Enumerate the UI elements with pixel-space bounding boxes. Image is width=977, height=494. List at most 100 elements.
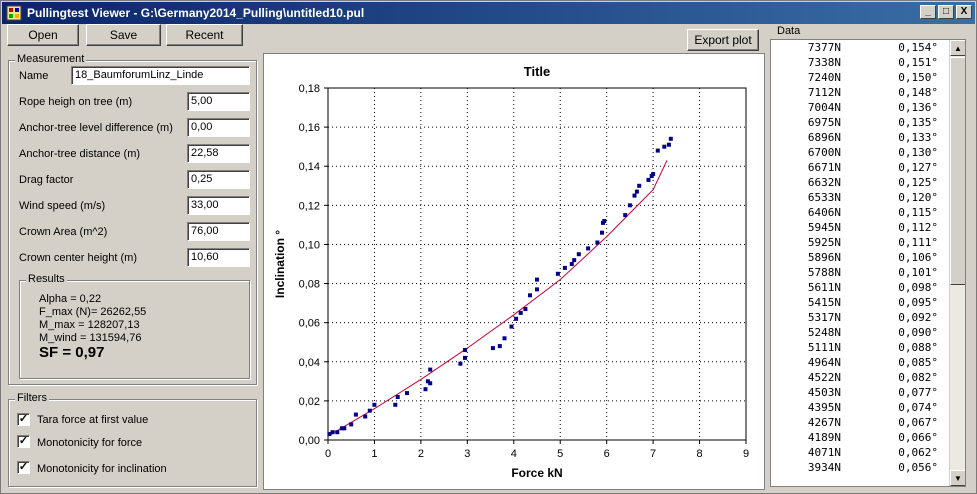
data-point [367,408,372,413]
monotonicity-inclination-checkbox[interactable]: ✓ [17,461,30,474]
scroll-up-icon[interactable]: ▲ [950,40,965,56]
level-difference-field[interactable]: 0,00 [187,118,250,137]
data-row-force: 4395N [807,401,841,414]
data-row[interactable]: 5317N 0,092° [771,310,965,325]
data-row[interactable]: 4189N 0,066° [771,430,965,445]
data-row[interactable]: 6700N 0,130° [771,145,965,160]
data-row[interactable]: 4395N 0,074° [771,400,965,415]
data-row[interactable]: 4071N 0,062° [771,445,965,460]
filters-group-label: Filters [15,392,49,404]
data-row-inclination: 0,095° [898,296,938,309]
data-group-label: Data [777,25,801,37]
data-row[interactable]: 5925N 0,111° [771,235,965,250]
data-list[interactable]: 7377N 0,154° 7338N 0,151° 7240N 0,150° 7112N 0,… [770,39,966,487]
data-row-inclination: 0,101° [898,266,938,279]
tara-force-checkbox[interactable]: ✓ [17,413,30,426]
data-row[interactable]: 6975N 0,135° [771,115,965,130]
data-row[interactable]: 5111N 0,088° [771,340,965,355]
recent-button[interactable]: Recent [166,24,243,46]
data-row[interactable]: 6632N 0,125° [771,175,965,190]
plot-frame [327,87,747,441]
crown-area-field[interactable]: 76,00 [187,222,250,241]
data-row[interactable]: 7377N 0,154° [771,40,965,55]
close-button[interactable]: X [956,5,972,19]
minimize-button[interactable]: _ [920,5,936,19]
data-row-inclination: 0,115° [898,206,938,219]
drag-factor-label: Drag factor [19,174,74,186]
data-row-inclination: 0,077° [898,386,938,399]
crown-center-height-field[interactable]: 10,60 [187,248,250,267]
x-tick-label: 8 [696,448,702,460]
data-row[interactable]: 6406N 0,115° [771,205,965,220]
data-point [651,172,656,176]
data-point [662,144,667,149]
data-row[interactable]: 5248N 0,090° [771,325,965,340]
data-scrollbar[interactable]: ▲ ▼ [949,40,965,486]
data-point [423,387,428,392]
data-rows: 7377N 0,154° 7338N 0,151° 7240N 0,150° 7112N 0,… [771,40,965,475]
data-row[interactable]: 3934N 0,056° [771,460,965,475]
data-row[interactable]: 4522N 0,082° [771,370,965,385]
name-field[interactable]: 18_BaumforumLinz_Linde [71,66,250,85]
data-row-inclination: 0,090° [898,326,938,339]
data-point [490,346,495,351]
app-icon [6,5,22,21]
data-row-inclination: 0,154° [898,41,938,54]
data-row-inclination: 0,066° [898,431,938,444]
data-row-inclination: 0,130° [898,146,938,159]
data-row[interactable]: 7004N 0,136° [771,100,965,115]
data-row[interactable]: 6533N 0,120° [771,190,965,205]
data-point [535,277,539,282]
scroll-thumb[interactable] [950,57,965,285]
data-row[interactable]: 5788N 0,101° [771,265,965,280]
data-row[interactable]: 4267N 0,067° [771,415,965,430]
y-tick-label: 0,14 [299,161,320,173]
data-row[interactable]: 6896N 0,133° [771,130,965,145]
drag-factor-field[interactable]: 0,25 [187,170,250,189]
data-row[interactable]: 4503N 0,077° [771,385,965,400]
x-axis-label: Force kN [511,466,562,480]
open-button[interactable]: Open [7,24,79,46]
data-row[interactable]: 5415N 0,095° [771,295,965,310]
data-point [335,430,340,435]
data-point [655,148,660,153]
data-point [395,395,400,399]
monotonicity-force-checkbox[interactable]: ✓ [17,435,30,448]
x-tick-label: 2 [418,448,424,460]
data-point [634,189,639,194]
data-point [576,252,581,257]
data-point [528,293,532,298]
data-row-force: 4267N [807,416,841,429]
data-point [602,219,607,223]
data-row[interactable]: 5945N 0,112° [771,220,965,235]
data-row-force: 6533N [807,191,841,204]
data-row-force: 6700N [807,146,841,159]
data-row-force: 6632N [807,176,841,189]
data-point [555,271,560,276]
data-row[interactable]: 6671N 0,127° [771,160,965,175]
anchor-distance-label: Anchor-tree distance (m) [19,148,141,160]
data-row[interactable]: 4964N 0,085° [771,355,965,370]
rope-height-field[interactable]: 5,00 [187,92,250,111]
data-row-inclination: 0,092° [898,311,938,324]
scroll-down-icon[interactable]: ▼ [950,470,965,486]
safety-factor: SF = 0,97 [39,344,105,361]
data-point [518,310,523,315]
save-button[interactable]: Save [86,24,161,46]
data-row[interactable]: 7240N 0,150° [771,70,965,85]
y-tick-label: 0,16 [299,122,320,134]
wind-speed-field[interactable]: 33,00 [187,196,250,215]
data-row-inclination: 0,112° [898,221,938,234]
data-row[interactable]: 7112N 0,148° [771,85,965,100]
anchor-distance-field[interactable]: 22,58 [187,144,250,163]
data-row[interactable]: 7338N 0,151° [771,55,965,70]
title-bar[interactable]: Pullingtest Viewer - G:\Germany2014_Pull… [2,2,975,24]
data-row[interactable]: 5896N 0,106° [771,250,965,265]
export-plot-button[interactable]: Export plot [687,29,759,51]
data-row[interactable]: 5611N 0,098° [771,280,965,295]
data-row-force: 5788N [807,266,841,279]
data-row-inclination: 0,135° [898,116,938,129]
tara-force-label: Tara force at first value [37,414,149,426]
data-row-inclination: 0,133° [898,131,938,144]
maximize-button[interactable]: □ [938,5,954,19]
